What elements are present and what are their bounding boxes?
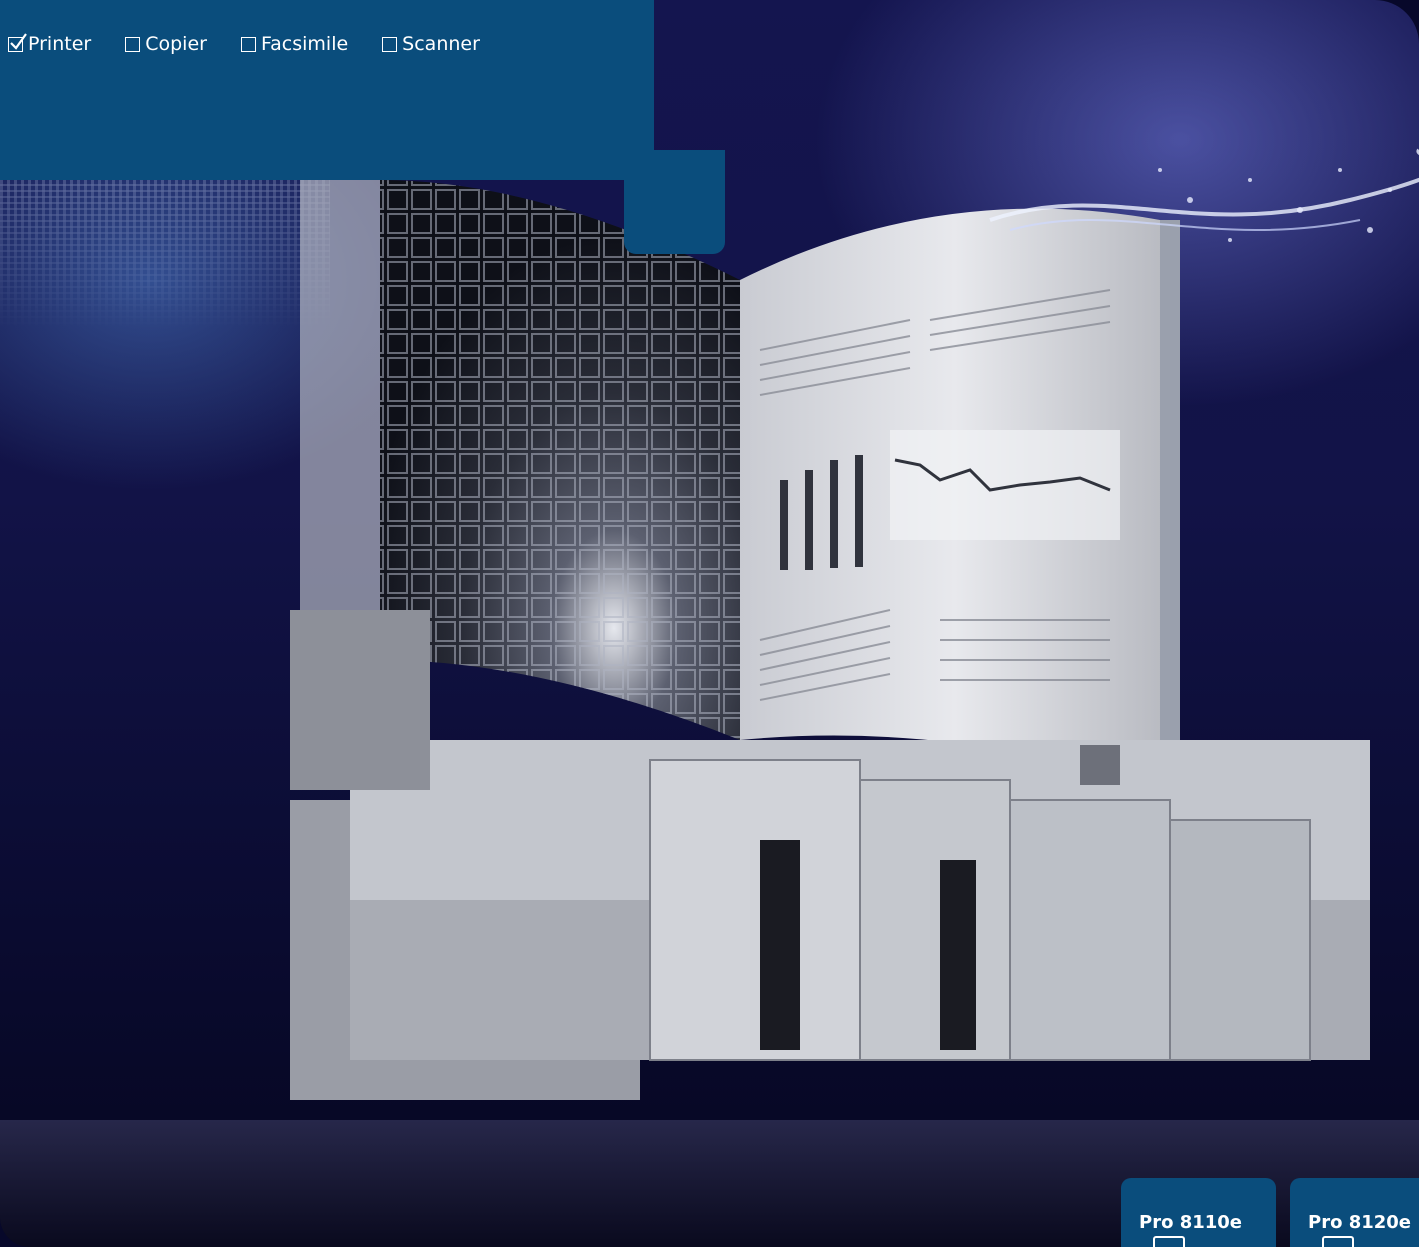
checkbox-icon — [125, 36, 141, 52]
hero-image: Printer Copier Facsimile Scanner Pro 811… — [0, 0, 1419, 1247]
category-label: Facsimile — [260, 33, 349, 55]
flag-icon — [1153, 1236, 1185, 1247]
model-label: Pro 8120e — [1308, 1212, 1412, 1233]
header-tab — [624, 150, 725, 254]
category-label: Scanner — [402, 33, 480, 55]
category-label: Copier — [145, 33, 207, 55]
checkbox-icon — [240, 36, 256, 52]
model-label: Pro 8110e — [1139, 1212, 1243, 1233]
model-card-pro-8120e[interactable]: Pro 8120e — [1290, 1178, 1419, 1247]
model-card-pro-8110e[interactable]: Pro 8110e — [1121, 1178, 1276, 1247]
flag-icon — [1322, 1236, 1354, 1247]
category-list: Printer Copier Facsimile Scanner — [8, 32, 514, 55]
checkbox-icon — [382, 36, 398, 52]
category-facsimile[interactable]: Facsimile — [240, 33, 349, 55]
light-grid-decoration — [0, 180, 330, 330]
header-panel — [0, 0, 654, 180]
category-printer[interactable]: Printer — [8, 32, 92, 55]
category-label: Printer — [28, 33, 92, 55]
category-copier[interactable]: Copier — [125, 33, 207, 55]
brochure-illustration — [290, 148, 1419, 1100]
category-scanner[interactable]: Scanner — [382, 33, 480, 55]
checkbox-checked-icon — [8, 32, 27, 52]
